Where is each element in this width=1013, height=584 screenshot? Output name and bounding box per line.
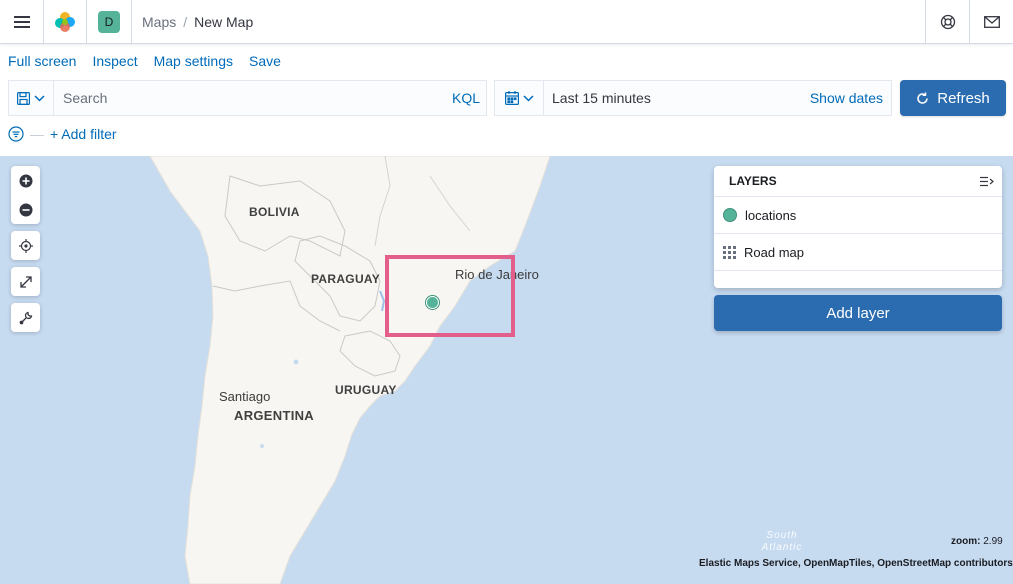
map-label-uruguay: URUGUAY: [335, 383, 397, 397]
layer-name: locations: [745, 207, 797, 223]
locate-button[interactable]: [11, 231, 40, 260]
map-settings-link[interactable]: Map settings: [154, 53, 233, 71]
chevron-down-icon: [34, 94, 45, 102]
plus-circle-icon: [19, 174, 32, 187]
tools-button[interactable]: [11, 303, 40, 332]
map-label-ocean: South Atlantic: [761, 530, 803, 553]
refresh-button[interactable]: Refresh: [900, 80, 1006, 116]
map-attribution: Elastic Maps Service, OpenMapTiles, Open…: [699, 558, 1013, 569]
top-nav-menu: Full screen Inspect Map settings Save: [8, 53, 281, 71]
tools-control: [11, 303, 40, 332]
layer-row-road-map[interactable]: Road map: [714, 234, 1002, 271]
query-bar: Search KQL: [8, 80, 487, 116]
refresh-icon: [917, 92, 928, 104]
breadcrumb: Maps / New Map: [142, 0, 253, 43]
wrench-icon: [19, 311, 32, 324]
save-link[interactable]: Save: [249, 53, 281, 71]
zoom-out-button[interactable]: [11, 195, 40, 224]
calendar-icon: [504, 91, 519, 105]
map-label-santiago: Santiago: [219, 389, 271, 404]
map-label-paraguay: PARAGUAY: [311, 272, 381, 286]
map-label-bolivia: BOLIVIA: [249, 205, 300, 219]
search-input[interactable]: Search: [54, 81, 446, 115]
expand-arrows-icon: [19, 275, 32, 288]
breadcrumb-separator: /: [183, 13, 188, 30]
elastic-logo[interactable]: [44, 0, 86, 43]
attribution-text[interactable]: Elastic Maps Service, OpenMapTiles, Open…: [699, 558, 1013, 569]
elastic-logo-icon: [55, 11, 75, 32]
layers-panel: LAYERS locations Road map: [714, 166, 1002, 288]
help-lifebuoy-icon: [940, 14, 955, 29]
app-header: D Maps / New Map: [0, 0, 1013, 44]
fit-bounds-control: [11, 267, 40, 296]
filter-options-icon[interactable]: [8, 126, 24, 142]
minus-circle-icon: [19, 203, 32, 216]
time-picker: Last 15 minutes Show dates: [494, 80, 892, 116]
layers-title: LAYERS: [729, 174, 777, 188]
filter-bar: — + Add filter: [8, 124, 117, 144]
show-dates-link[interactable]: Show dates: [810, 90, 891, 106]
breadcrumb-maps[interactable]: Maps: [142, 14, 176, 30]
newsfeed-button[interactable]: [970, 0, 1013, 43]
filter-divider: —: [30, 126, 44, 142]
help-button[interactable]: [926, 0, 969, 43]
layers-panel-header: LAYERS: [714, 166, 1002, 197]
zoom-in-button[interactable]: [11, 166, 40, 195]
full-screen-link[interactable]: Full screen: [8, 53, 76, 71]
space-avatar: D: [98, 10, 120, 33]
collapse-panel-icon[interactable]: [980, 176, 994, 187]
crosshair-icon: [18, 238, 33, 253]
fit-to-data-button[interactable]: [11, 267, 40, 296]
quick-select-button[interactable]: [495, 81, 544, 115]
save-disk-icon: [17, 91, 30, 105]
menu-button[interactable]: [0, 0, 43, 43]
refresh-label: Refresh: [937, 89, 990, 107]
breadcrumb-new-map: New Map: [194, 13, 254, 30]
inspect-link[interactable]: Inspect: [92, 53, 137, 71]
time-range-label[interactable]: Last 15 minutes: [544, 90, 810, 106]
add-filter-link[interactable]: + Add filter: [50, 126, 117, 142]
locate-control: [11, 231, 40, 260]
green-circle-icon: [723, 208, 737, 222]
saved-query-button[interactable]: [9, 81, 54, 115]
highlight-box: [385, 255, 515, 337]
zoom-value: 2.99: [983, 536, 1003, 547]
location-point[interactable]: [426, 296, 439, 309]
grid-icon: [723, 245, 736, 259]
layer-row-locations[interactable]: locations: [714, 197, 1002, 234]
map-label-argentina: ARGENTINA: [234, 408, 314, 423]
hamburger-menu-icon: [13, 15, 30, 28]
kql-language-toggle[interactable]: KQL: [446, 90, 486, 106]
zoom-readout: zoom: 2.99: [951, 536, 1003, 547]
mail-icon: [983, 15, 1000, 28]
layer-name: Road map: [744, 244, 804, 260]
add-layer-button[interactable]: Add layer: [714, 295, 1002, 331]
chevron-down-icon: [522, 94, 534, 102]
zoom-label: zoom:: [951, 536, 981, 547]
zoom-controls: [11, 166, 40, 224]
space-selector[interactable]: D: [87, 0, 131, 43]
